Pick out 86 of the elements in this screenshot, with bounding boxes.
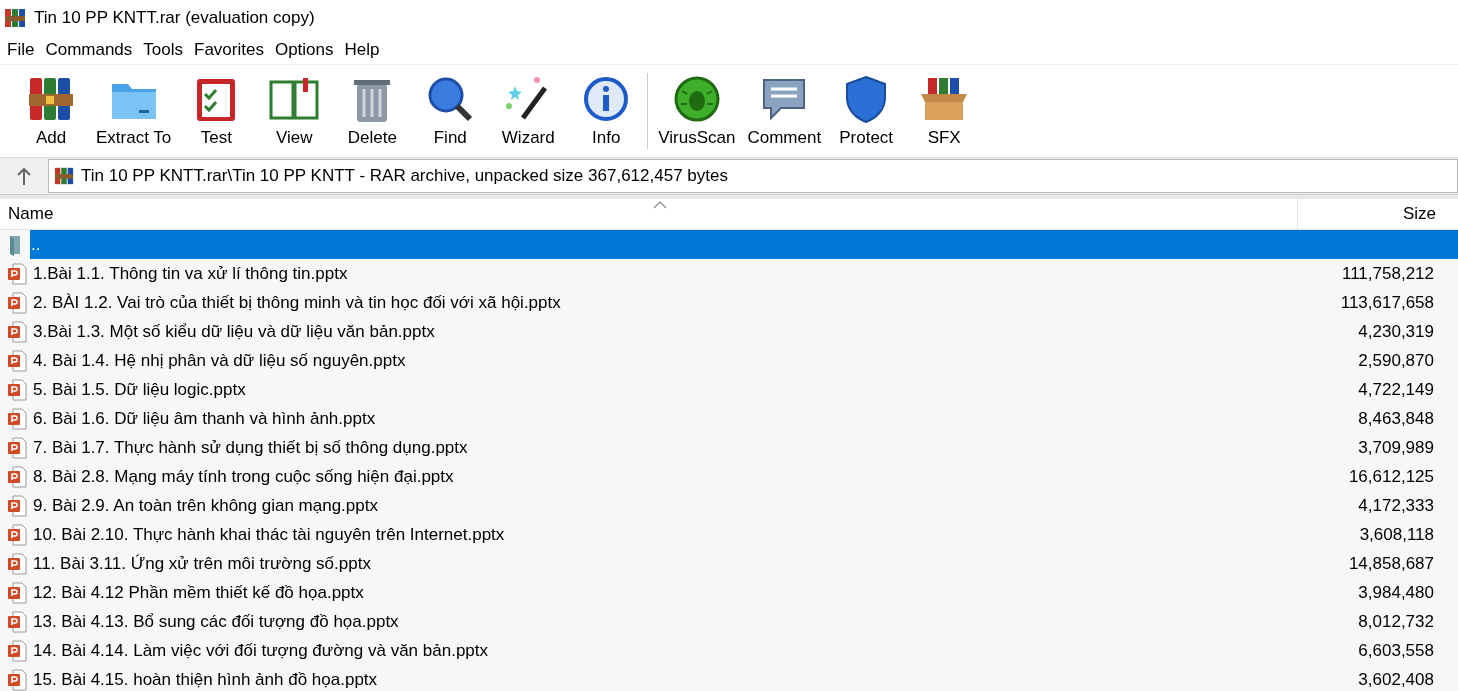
toolbar-button[interactable]: Extract To [92, 70, 176, 152]
file-row[interactable]: 10. Bài 2.10. Thực hành khai thác tài nguyên trên Internet.pptx 3,608,118 [0, 520, 1458, 549]
presentation-file-icon [7, 465, 27, 488]
toolbar-button[interactable]: View [257, 70, 332, 152]
presentation-file-icon [7, 494, 27, 517]
books-icon [53, 166, 75, 186]
file-size: 14,858,687 [1347, 553, 1435, 574]
presentation-file-icon [7, 407, 27, 430]
address-field[interactable]: Tin 10 PP KNTT.rar\Tin 10 PP KNTT - RAR archive, unpacked size 367,612,457 bytes [48, 159, 1458, 193]
file-size: 3,602,408 [1357, 669, 1435, 690]
sort-icon [653, 201, 667, 209]
file-row[interactable]: 6. Bài 1.6. Dữ liệu âm thanh và hình ảnh.pptx 8,463,848 [0, 404, 1458, 433]
presentation-file-icon [7, 349, 27, 372]
presentation-file-icon [7, 291, 27, 314]
presentation-file-icon [7, 436, 27, 459]
toolbar-button[interactable]: Wizard [491, 70, 566, 152]
file-row[interactable]: 11. Bài 3.11. Ứng xử trên môi trường số.pptx 14,858,687 [0, 549, 1458, 578]
file-size: 4,722,149 [1357, 379, 1435, 400]
presentation-file-icon [7, 320, 27, 343]
file-name: .. [31, 234, 42, 255]
presentation-file-icon [7, 523, 27, 546]
menu-item[interactable]: Tools [136, 40, 187, 60]
menu-item[interactable]: Help [337, 40, 384, 60]
file-name: 8. Bài 2.8. Mạng máy tính trong cuộc sống hiện đại.pptx [33, 466, 455, 487]
file-name: 12. Bài 4.12 Phần mềm thiết kế đồ họa.pptx [33, 582, 365, 603]
presentation-file-icon [7, 262, 27, 285]
file-name: 1.Bài 1.1. Thông tin va xử lí thông tin.pptx [33, 263, 349, 284]
window-title: Tin 10 PP KNTT.rar (evaluation copy) [34, 8, 315, 28]
file-name: 10. Bài 2.10. Thực hành khai thác tài nguyên trên Internet.pptx [33, 524, 506, 545]
file-row[interactable]: 7. Bài 1.7. Thực hành sử dụng thiết bị số thông dụng.pptx 3,709,989 [0, 433, 1458, 462]
file-name: 3.Bài 1.3. Một số kiểu dữ liệu và dữ liệu văn bản.pptx [33, 321, 436, 342]
toolbar-button[interactable]: VirusScan [654, 70, 740, 152]
file-size: 113,617,658 [1339, 292, 1435, 313]
file-name: 2. BÀI 1.2. Vai trò của thiết bị thông minh và tin học đối với xã hội.pptx [33, 292, 562, 313]
books-icon [4, 7, 26, 29]
file-row[interactable]: 1.Bài 1.1. Thông tin va xử lí thông tin.pptx 111,758,212 [0, 259, 1458, 288]
toolbar-button[interactable]: Info [569, 70, 644, 152]
presentation-file-icon [7, 552, 27, 575]
file-row[interactable]: 3.Bài 1.3. Một số kiểu dữ liệu và dữ liệu văn bản.pptx 4,230,319 [0, 317, 1458, 346]
toolbar-button[interactable]: Delete [335, 70, 410, 152]
toolbar-button[interactable]: Find [413, 70, 488, 152]
file-row[interactable]: 8. Bài 2.8. Mạng máy tính trong cuộc sống hiện đại.pptx 16,612,125 [0, 462, 1458, 491]
toolbar-button[interactable]: Comment [743, 70, 826, 152]
file-name: 11. Bài 3.11. Ứng xử trên môi trường số.pptx [33, 553, 372, 574]
file-row[interactable]: 5. Bài 1.5. Dữ liệu logic.pptx 4,722,149 [0, 375, 1458, 404]
file-size: 4,230,319 [1357, 321, 1435, 342]
file-row[interactable]: 13. Bài 4.13. Bổ sung các đối tượng đồ họa.pptx 8,012,732 [0, 607, 1458, 636]
file-size: 111,758,212 [1341, 263, 1435, 284]
file-row[interactable]: 12. Bài 4.12 Phần mềm thiết kế đồ họa.pptx 3,984,480 [0, 578, 1458, 607]
up-arrow-icon [16, 167, 32, 185]
file-row[interactable]: 14. Bài 4.14. Làm việc với đối tượng đường và văn bản.pptx 6,603,558 [0, 636, 1458, 665]
presentation-file-icon [7, 581, 27, 604]
column-header[interactable]: Name [0, 199, 1298, 229]
file-size: 2,590,870 [1357, 350, 1435, 371]
file-name: 15. Bài 4.15. hoàn thiện hình ảnh đồ họa.pptx [33, 669, 379, 690]
presentation-file-icon [7, 610, 27, 633]
file-name: 6. Bài 1.6. Dữ liệu âm thanh và hình ảnh.pptx [33, 408, 377, 429]
file-size: 8,012,732 [1357, 611, 1435, 632]
file-size: 16,612,125 [1347, 466, 1435, 487]
presentation-file-icon [7, 639, 27, 662]
file-size: 4,172,333 [1357, 495, 1435, 516]
file-row[interactable]: 2. BÀI 1.2. Vai trò của thiết bị thông minh và tin học đối với xã hội.pptx 113,617,658 [0, 288, 1458, 317]
menu-item[interactable]: File [0, 40, 39, 60]
menu-item[interactable]: Favorites [187, 40, 268, 60]
menu-item[interactable]: Commands [38, 40, 137, 60]
toolbar-button[interactable]: Protect [829, 70, 904, 152]
file-size: 6,603,558 [1357, 640, 1435, 661]
file-name: 9. Bài 2.9. An toàn trên không gian mạng.pptx [33, 495, 379, 516]
file-size: 8,463,848 [1357, 408, 1435, 429]
file-size: 3,984,480 [1357, 582, 1435, 603]
menu-item[interactable]: Options [267, 40, 338, 60]
toolbar-button[interactable]: SFX [907, 70, 982, 152]
file-name: 5. Bài 1.5. Dữ liệu logic.pptx [33, 379, 247, 400]
file-name: 4. Bài 1.4. Hệ nhị phân và dữ liệu số nguyên.pptx [33, 350, 407, 371]
file-name: 14. Bài 4.14. Làm việc với đối tượng đường và văn bản.pptx [33, 640, 489, 661]
file-row[interactable]: 9. Bài 2.9. An toàn trên không gian mạng.pptx 4,172,333 [0, 491, 1458, 520]
toolbar-button[interactable]: Test [179, 70, 254, 152]
file-size: 3,709,989 [1357, 437, 1435, 458]
file-size: 3,608,118 [1358, 524, 1435, 545]
file-name: 7. Bài 1.7. Thực hành sử dụng thiết bị số thông dụng.pptx [33, 437, 469, 458]
file-name: 13. Bài 4.13. Bổ sung các đối tượng đồ họa.pptx [33, 611, 400, 632]
presentation-file-icon [7, 378, 27, 401]
toolbar-button[interactable]: Add [14, 70, 88, 152]
file-row[interactable]: 15. Bài 4.15. hoàn thiện hình ảnh đồ họa.pptx 3,602,408 [0, 665, 1458, 691]
column-header[interactable]: Size [1298, 204, 1458, 224]
file-row[interactable]: 4. Bài 1.4. Hệ nhị phân và dữ liệu số nguyên.pptx 2,590,870 [0, 346, 1458, 375]
